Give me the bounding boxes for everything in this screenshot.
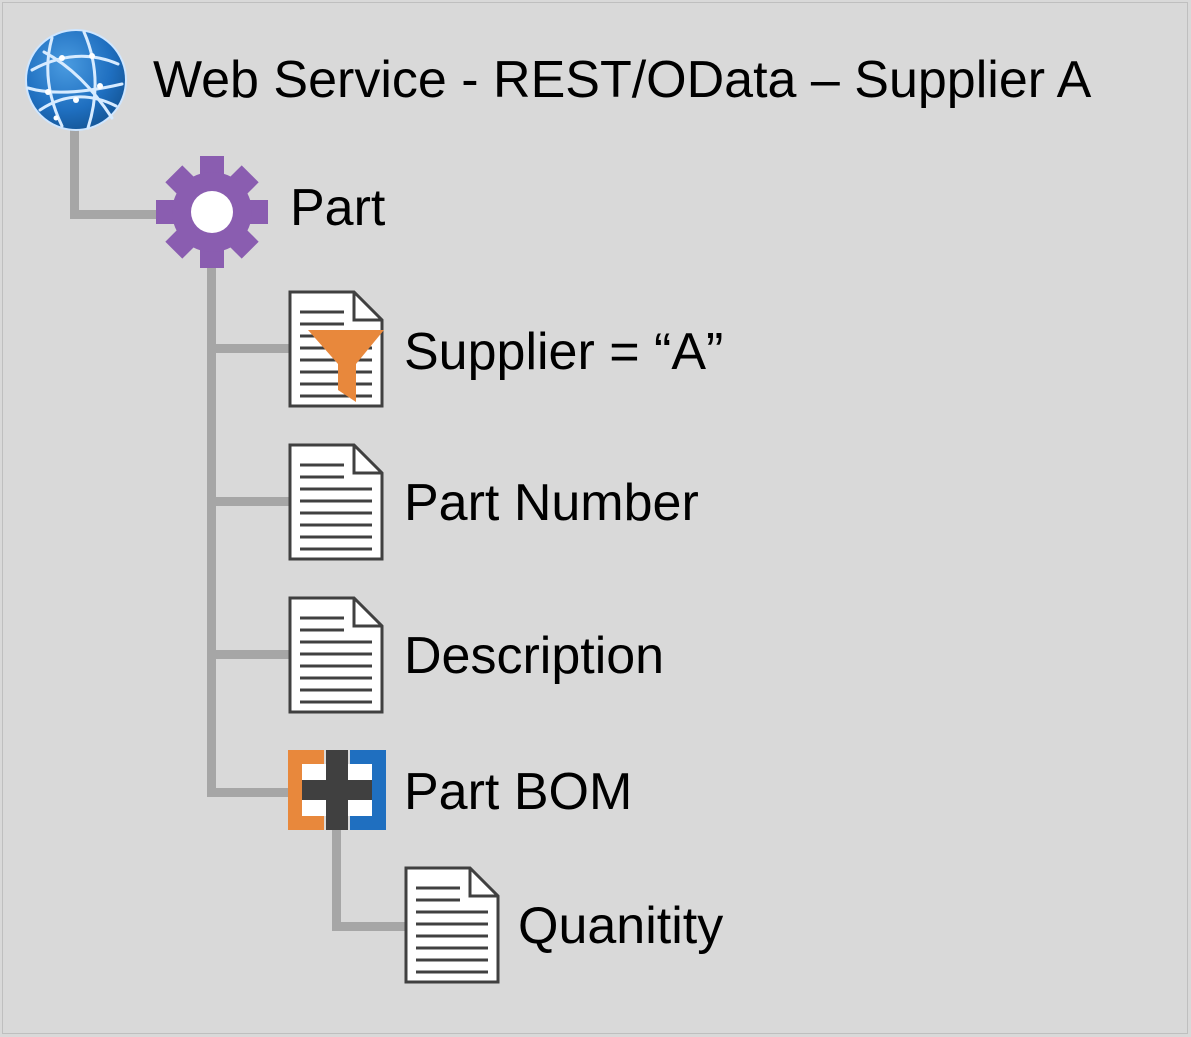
globe-icon [22, 26, 130, 134]
connector-part-number [207, 497, 293, 506]
connector-description [207, 650, 293, 659]
node-label-supplier-filter: Supplier = “A” [404, 323, 724, 381]
connector-part-bom [207, 788, 293, 797]
connector-part-vertical [207, 260, 216, 797]
filtered-document-icon [288, 290, 384, 408]
bom-icon [288, 750, 386, 830]
node-label-part: Part [290, 179, 386, 237]
document-icon [288, 443, 384, 561]
gear-icon [154, 154, 270, 270]
node-label-description: Description [404, 627, 665, 685]
connector-supplier [207, 344, 293, 353]
node-label-quantity: Quanitity [518, 897, 724, 955]
node-label-part-bom: Part BOM [404, 763, 633, 821]
node-label-part-number: Part Number [404, 474, 699, 532]
service-tree: Web Service - REST/OData – Supplier A Pa… [0, 0, 1191, 1037]
connector-bom-vertical [332, 820, 341, 931]
document-icon [288, 596, 384, 714]
node-label-root: Web Service - REST/OData – Supplier A [153, 51, 1092, 109]
document-icon [404, 866, 500, 984]
connector-quantity [332, 922, 412, 931]
